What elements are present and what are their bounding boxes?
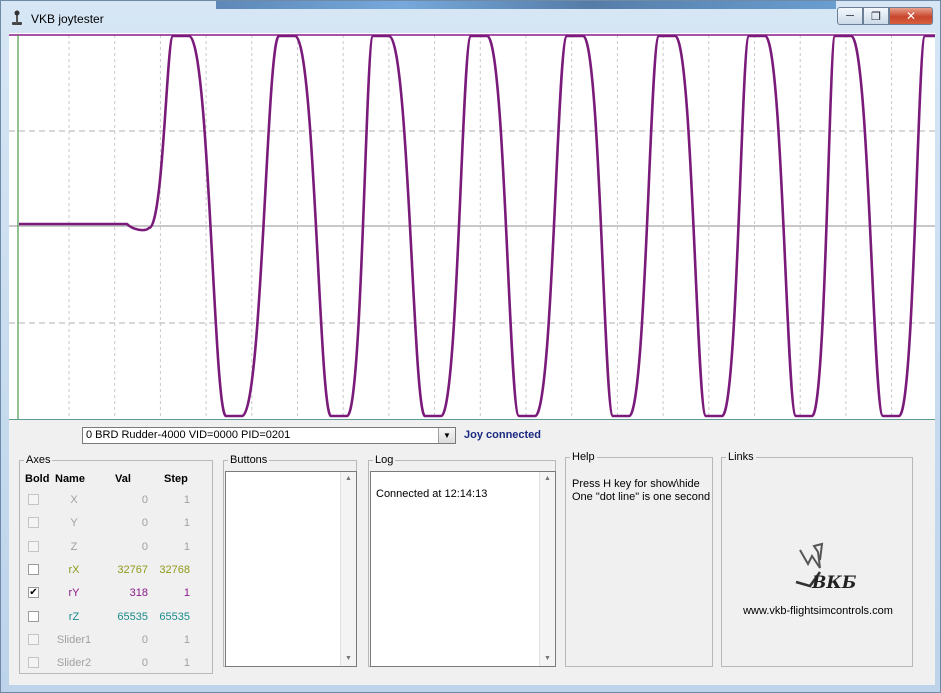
- scroll-down-icon[interactable]: ▼: [341, 652, 356, 666]
- help-line-1: Press H key for show\hide: [572, 478, 700, 490]
- axis-row-rz: rZ 65535 65535: [20, 607, 214, 629]
- axis-name: Slider1: [56, 633, 92, 646]
- scroll-up-icon[interactable]: ▲: [540, 472, 555, 486]
- axis-row-y: Y 0 1: [20, 513, 214, 535]
- axis-row-rx: rX 32767 32768: [20, 560, 214, 582]
- axis-bold-checkbox[interactable]: [28, 517, 39, 529]
- axis-step: 1: [183, 657, 190, 670]
- axis-bold-checkbox[interactable]: ✔: [28, 587, 39, 599]
- scroll-up-icon[interactable]: ▲: [341, 472, 356, 486]
- val-header: Val: [115, 473, 131, 485]
- log-entry: Connected at 12:14:13: [376, 488, 488, 500]
- axis-name: rZ: [68, 610, 80, 623]
- axis-value: 0: [141, 633, 148, 646]
- axis-value: 318: [129, 587, 148, 600]
- maximize-button[interactable]: ❐: [863, 7, 889, 25]
- vkb-logo[interactable]: ВКБ: [790, 542, 860, 594]
- axis-step: 65535: [159, 610, 190, 623]
- help-line-2: One "dot line" is one second: [572, 491, 711, 503]
- axis-name: X: [70, 494, 78, 506]
- close-button[interactable]: ✕: [889, 7, 933, 25]
- links-group: Links ВКБ www.vkb-flightsimcontrols.com: [721, 451, 914, 667]
- axis-bold-checkbox[interactable]: [28, 563, 39, 575]
- axis-graph-canvas: [9, 34, 935, 419]
- axis-name: rY: [68, 587, 80, 600]
- axis-graph: [9, 33, 935, 420]
- log-list[interactable]: Connected at 12:14:13 ▲ ▼: [370, 471, 556, 667]
- axis-value: 0: [141, 657, 148, 670]
- axis-bold-checkbox[interactable]: [28, 657, 39, 669]
- axis-bold-checkbox[interactable]: [28, 540, 39, 552]
- axis-name: Y: [70, 517, 78, 530]
- axis-bold-checkbox[interactable]: [28, 610, 39, 622]
- axis-step: 1: [183, 494, 190, 506]
- axis-value: 0: [141, 517, 148, 530]
- axes-legend: Axes: [24, 454, 53, 466]
- restore-icon: ❐: [871, 10, 881, 23]
- axis-value: 32767: [117, 563, 148, 576]
- device-select[interactable]: 0 BRD Rudder-4000 VID=0000 PID=0201 ▼: [82, 427, 456, 444]
- window-title: VKB joytester: [31, 12, 104, 26]
- bold-header: Bold: [25, 473, 50, 485]
- axis-value: 0: [141, 494, 148, 506]
- connection-status: Joy connected: [464, 429, 542, 441]
- log-scrollbar[interactable]: ▲ ▼: [539, 472, 555, 666]
- axis-step: 1: [183, 633, 190, 646]
- axis-row-z: Z 0 1: [20, 537, 214, 559]
- axis-row-x: X 0 1: [20, 490, 214, 512]
- log-legend: Log: [373, 454, 396, 466]
- minimize-icon: ─: [846, 10, 854, 22]
- joystick-icon: [12, 10, 22, 25]
- website-link[interactable]: www.vkb-flightsimcontrols.com: [722, 605, 914, 617]
- axis-step: 1: [183, 587, 190, 600]
- client-area: 0 BRD Rudder-4000 VID=0000 PID=0201 ▼ Jo…: [9, 33, 935, 685]
- axis-row-slider1: Slider1 0 1: [20, 630, 214, 652]
- axis-row-ry: ✔ rY 318 1: [20, 583, 214, 605]
- axis-value: 0: [141, 540, 148, 553]
- name-header: Name: [55, 473, 85, 485]
- axis-row-slider2: Slider2 0 1: [20, 653, 214, 675]
- buttons-legend: Buttons: [228, 454, 270, 466]
- axes-group: Axes Bold Name Val Step X 0 1 Y 0 1 Z 0 1 rX 32767…: [19, 454, 214, 675]
- step-header: Step: [164, 473, 188, 485]
- app-window: VKB joytester ─ ❐ ✕ 0 BRD Rudder-4000 VI…: [0, 0, 941, 693]
- title-bar[interactable]: VKB joytester ─ ❐ ✕: [1, 1, 940, 33]
- vkb-logo-text: ВКБ: [811, 573, 857, 593]
- axis-name: Slider2: [56, 657, 92, 670]
- axis-step: 1: [183, 517, 190, 530]
- axis-bold-checkbox[interactable]: [28, 633, 39, 645]
- links-legend: Links: [726, 451, 756, 463]
- buttons-group: Buttons ▲ ▼: [223, 454, 357, 667]
- buttons-list[interactable]: ▲ ▼: [225, 471, 357, 667]
- scroll-down-icon[interactable]: ▼: [540, 652, 555, 666]
- help-legend: Help: [570, 451, 597, 463]
- axis-step: 32768: [159, 563, 190, 576]
- help-group: Help Press H key for show\hide One "dot …: [565, 451, 713, 667]
- axis-step: 1: [183, 540, 190, 553]
- chevron-down-icon[interactable]: ▼: [438, 428, 455, 443]
- axis-name: Z: [70, 540, 78, 553]
- buttons-scrollbar[interactable]: ▲ ▼: [340, 472, 356, 666]
- help-text: Press H key for show\hide One "dot line"…: [572, 478, 710, 504]
- close-icon: ✕: [905, 9, 917, 23]
- minimize-button[interactable]: ─: [837, 7, 863, 25]
- axis-value: 65535: [117, 610, 148, 623]
- axis-bold-checkbox[interactable]: [28, 494, 39, 505]
- log-group: Log Connected at 12:14:13 ▲ ▼: [368, 454, 556, 667]
- axis-name: rX: [68, 563, 80, 576]
- device-select-value: 0 BRD Rudder-4000 VID=0000 PID=0201: [86, 429, 291, 441]
